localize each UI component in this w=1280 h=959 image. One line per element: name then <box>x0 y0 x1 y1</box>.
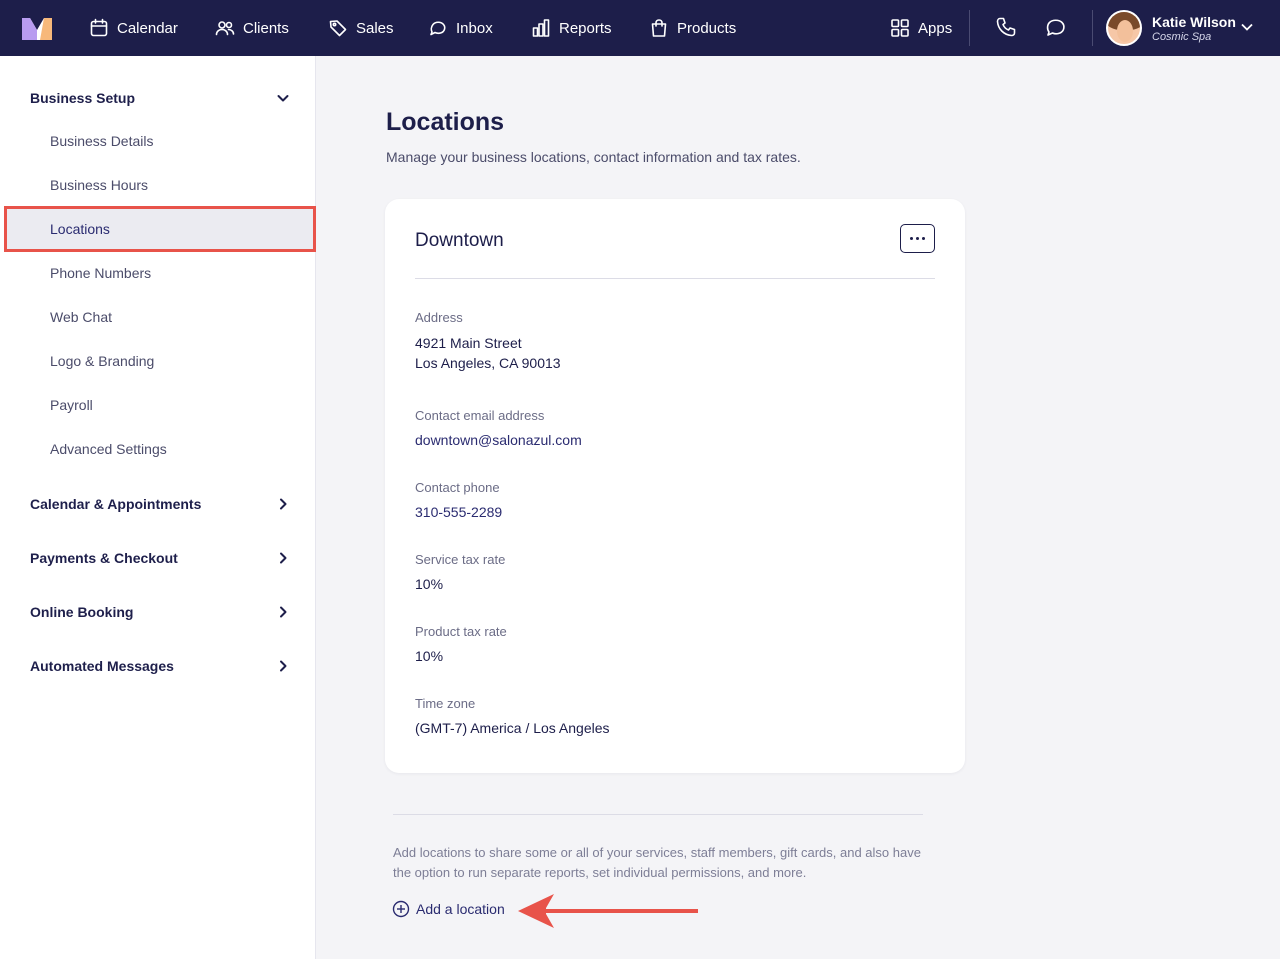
service-tax-value: 10% <box>415 576 444 592</box>
nav-calendar-label: Calendar <box>117 19 178 37</box>
chat-button[interactable] <box>1045 16 1069 40</box>
chevron-right-icon <box>280 660 287 672</box>
avatar <box>1106 10 1142 46</box>
nav-apps-label: Apps <box>918 19 953 37</box>
sidebar-section-label: Calendar & Appointments <box>30 496 202 512</box>
product-tax-label: Product tax rate <box>415 624 507 639</box>
top-nav: Calendar Clients Sales Inbox Reports Pro… <box>0 0 1280 56</box>
calendar-icon <box>90 18 108 37</box>
nav-sales[interactable]: Sales <box>328 0 394 56</box>
chevron-right-icon <box>280 498 287 510</box>
sidebar-item-advanced-settings[interactable]: Advanced Settings <box>6 428 314 470</box>
chat-bubble-icon <box>1046 19 1065 36</box>
timezone-value: (GMT-7) America / Los Angeles <box>415 720 610 736</box>
user-name: Katie Wilson <box>1152 13 1236 30</box>
sidebar-section-label: Online Booking <box>30 604 134 620</box>
phone-button[interactable] <box>995 16 1019 40</box>
timezone-label: Time zone <box>415 696 476 711</box>
nav-reports[interactable]: Reports <box>531 0 612 56</box>
page-subtitle: Manage your business locations, contact … <box>386 149 801 165</box>
chevron-down-icon[interactable] <box>1240 20 1254 34</box>
sidebar-item-web-chat[interactable]: Web Chat <box>6 296 314 338</box>
nav-clients[interactable]: Clients <box>215 0 289 56</box>
email-label: Contact email address <box>415 408 545 423</box>
nav-products-label: Products <box>677 19 737 37</box>
product-tax-value: 10% <box>415 648 444 664</box>
email-link[interactable]: downtown@salonazul.com <box>415 430 582 450</box>
sidebar-item-logo-branding[interactable]: Logo & Branding <box>6 340 314 382</box>
nav-divider <box>969 10 970 46</box>
sidebar-section-label: Payments & Checkout <box>30 550 178 566</box>
address-label: Address <box>415 310 463 325</box>
sidebar-item-business-hours[interactable]: Business Hours <box>6 164 314 206</box>
sidebar-item-label: Business Details <box>50 133 154 149</box>
sidebar-section-payments-checkout[interactable]: Payments & Checkout <box>30 546 290 570</box>
settings-sidebar: Business Setup Business Details Business… <box>0 56 316 959</box>
card-divider <box>415 278 935 279</box>
more-dots-icon <box>910 237 913 240</box>
sidebar-section-label: Automated Messages <box>30 658 174 674</box>
add-location-help-text: Add locations to share some or all of yo… <box>393 845 921 880</box>
sidebar-section-online-booking[interactable]: Online Booking <box>30 600 290 624</box>
sidebar-item-label: Web Chat <box>50 309 112 325</box>
nav-calendar[interactable]: Calendar <box>89 0 178 56</box>
user-menu[interactable]: Katie Wilson Cosmic Spa <box>1106 10 1236 46</box>
nav-inbox-label: Inbox <box>456 19 493 37</box>
nav-products[interactable]: Products <box>649 0 736 56</box>
sidebar-section-label: Business Setup <box>30 90 136 106</box>
nav-apps[interactable]: Apps <box>890 0 952 56</box>
address-line2: Los Angeles, CA 90013 <box>415 355 561 371</box>
sidebar-item-phone-numbers[interactable]: Phone Numbers <box>6 252 314 294</box>
sidebar-section-automated-messages[interactable]: Automated Messages <box>30 654 290 678</box>
sidebar-section-calendar-appointments[interactable]: Calendar & Appointments <box>30 492 290 516</box>
page-title: Locations <box>386 108 505 136</box>
sidebar-item-label: Locations <box>50 221 110 237</box>
address-line1: 4921 Main Street <box>415 335 522 351</box>
bar-chart-icon <box>532 19 550 37</box>
chevron-right-icon <box>280 606 287 618</box>
nav-reports-label: Reports <box>559 19 612 37</box>
annotation-arrow-icon <box>518 894 698 928</box>
phone-link[interactable]: 310-555-2289 <box>415 502 502 522</box>
chevron-down-icon <box>277 95 289 102</box>
sidebar-section-business-setup[interactable]: Business Setup <box>30 86 290 110</box>
nav-clients-label: Clients <box>243 19 289 37</box>
sidebar-item-locations[interactable]: Locations <box>4 206 316 252</box>
tag-icon <box>329 20 347 37</box>
more-options-button[interactable] <box>900 224 935 253</box>
sidebar-item-payroll[interactable]: Payroll <box>6 384 314 426</box>
add-location-button[interactable]: Add a location <box>392 900 505 918</box>
chevron-right-icon <box>280 552 287 564</box>
plus-circle-icon <box>392 900 410 918</box>
sidebar-item-label: Advanced Settings <box>50 441 167 457</box>
nav-sales-label: Sales <box>356 19 394 37</box>
phone-label: Contact phone <box>415 480 500 495</box>
add-location-label: Add a location <box>416 901 505 917</box>
apps-grid-icon <box>891 19 909 37</box>
shopping-bag-icon <box>651 19 667 37</box>
service-tax-label: Service tax rate <box>415 552 506 567</box>
nav-divider <box>1092 10 1093 46</box>
phone-icon <box>996 17 1016 37</box>
users-icon <box>215 21 235 36</box>
user-org: Cosmic Spa <box>1152 30 1212 43</box>
sidebar-item-label: Business Hours <box>50 177 149 193</box>
sidebar-item-business-details[interactable]: Business Details <box>6 120 314 162</box>
location-name: Downtown <box>415 230 504 251</box>
nav-inbox[interactable]: Inbox <box>428 0 493 56</box>
sidebar-item-label: Payroll <box>50 397 93 413</box>
brand-logo-icon[interactable] <box>22 16 52 40</box>
sidebar-item-label: Phone Numbers <box>50 265 152 281</box>
inbox-icon <box>430 21 446 36</box>
location-card: Downtown Address 4921 Main Street Los An… <box>385 199 965 773</box>
section-divider <box>393 814 923 815</box>
sidebar-item-label: Logo & Branding <box>50 353 155 369</box>
